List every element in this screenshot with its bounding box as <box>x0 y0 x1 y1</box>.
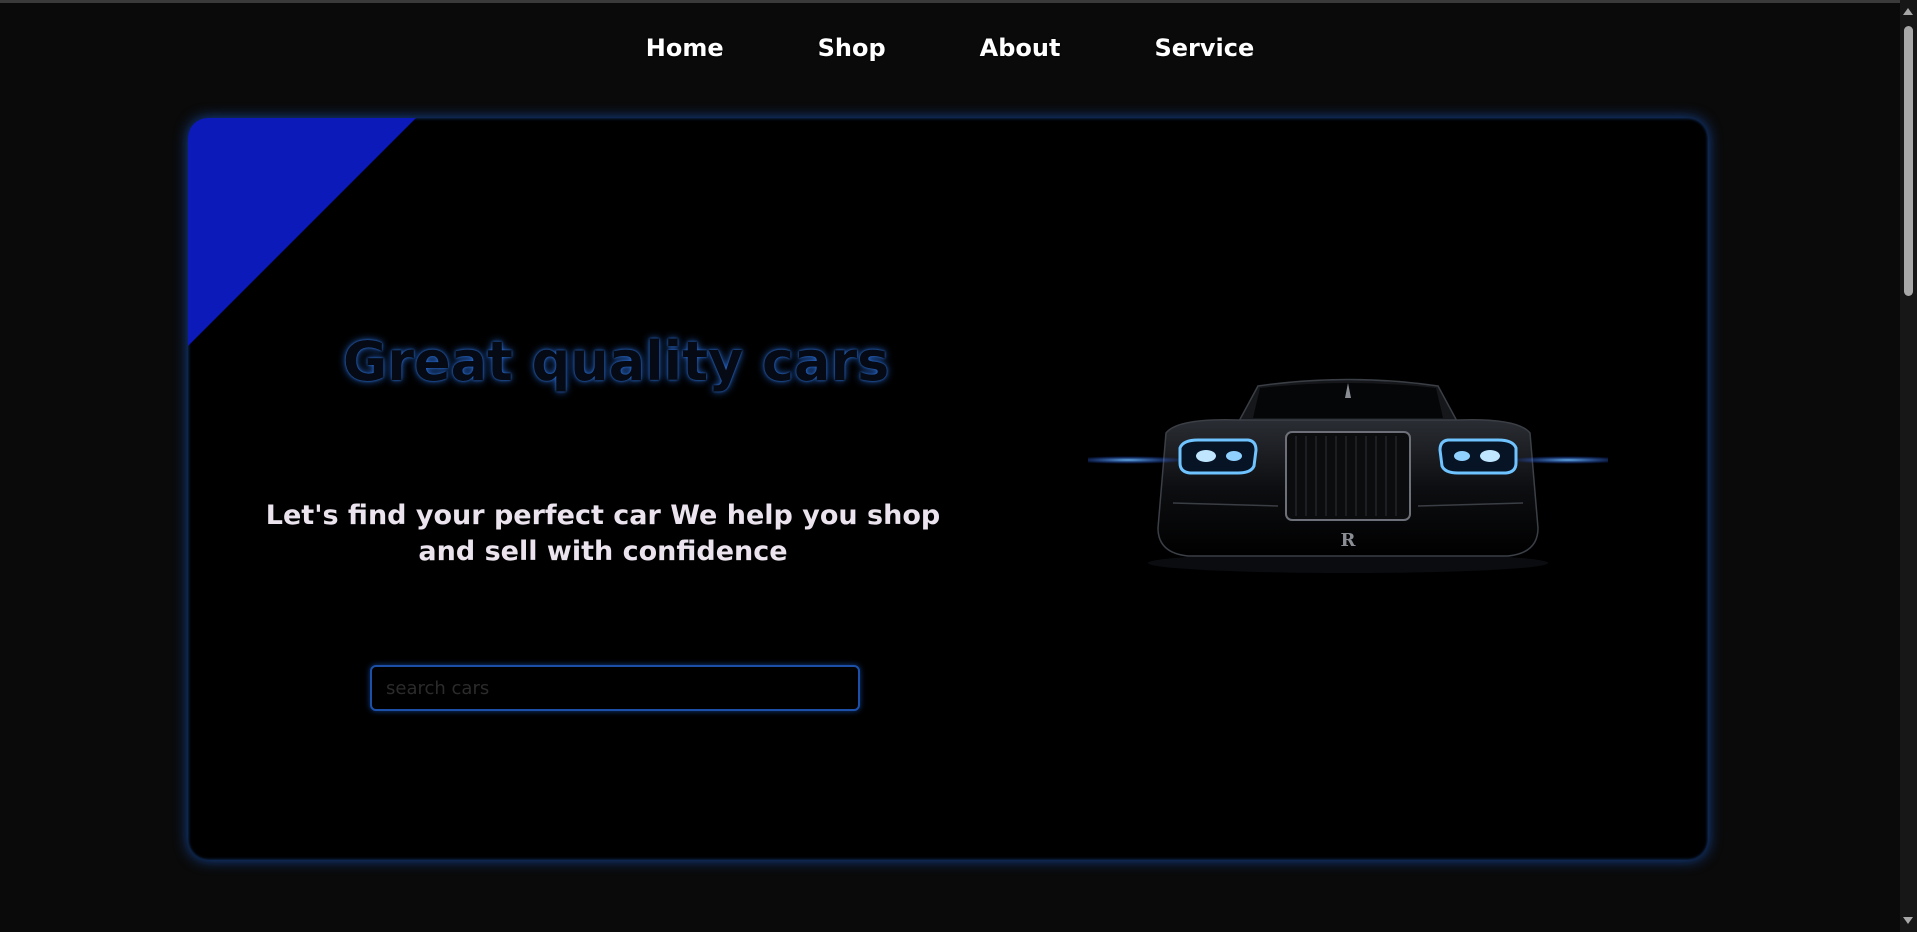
page-scrollbar[interactable] <box>1900 0 1917 932</box>
window-top-border <box>0 0 1917 3</box>
hero-title: Great quality cars <box>343 330 890 393</box>
search-input[interactable] <box>370 665 860 711</box>
car-image: R <box>1088 378 1608 573</box>
nav-home[interactable]: Home <box>599 28 771 72</box>
svg-text:R: R <box>1341 530 1357 551</box>
nav-about[interactable]: About <box>933 28 1108 72</box>
scroll-up-icon[interactable] <box>1903 8 1913 15</box>
scroll-down-icon[interactable] <box>1903 917 1913 924</box>
main-nav: Home Shop About Service <box>0 28 1900 72</box>
hero-panel: Great quality cars Let's find your perfe… <box>188 118 1708 860</box>
hero-subtitle: Let's find your perfect car We help you … <box>265 500 941 567</box>
nav-service[interactable]: Service <box>1107 28 1301 72</box>
nav-shop[interactable]: Shop <box>771 28 933 72</box>
corner-accent <box>188 118 416 346</box>
scroll-thumb[interactable] <box>1904 26 1913 296</box>
